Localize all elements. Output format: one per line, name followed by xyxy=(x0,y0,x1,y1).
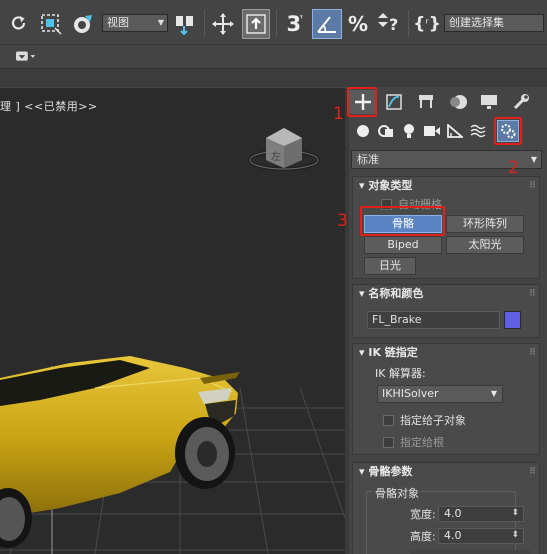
bone-object-group-label: 骨骼对象 xyxy=(373,485,421,501)
annotation-box-bones xyxy=(360,206,445,236)
cut-off-spinner-row xyxy=(410,550,530,554)
collapse-icon: ▾ xyxy=(359,287,369,300)
named-selection-set-combo[interactable]: 创建选择集 xyxy=(444,14,544,32)
view-combo-label: 视图 xyxy=(107,16,129,29)
edit-named-selection-icon[interactable]: {ʳ} xyxy=(413,9,441,39)
annotation-step-3: 3 xyxy=(337,211,348,231)
pivot-icon[interactable] xyxy=(172,9,198,39)
space-warps-icon[interactable] xyxy=(468,121,488,141)
lights-icon[interactable] xyxy=(399,121,419,141)
ik-solver-value: IKHISolver xyxy=(382,387,439,400)
collapse-icon: ▾ xyxy=(359,465,369,478)
helpers-icon[interactable] xyxy=(445,121,465,141)
toolbar-separator-strip xyxy=(0,68,547,87)
drag-handle-icon[interactable]: ⠿ xyxy=(529,177,536,195)
select-region-icon[interactable] xyxy=(38,9,64,39)
checkbox-box[interactable] xyxy=(383,436,394,448)
rollout-header[interactable]: ▾ 对象类型 ⠿ xyxy=(353,177,539,195)
ik-chain-rollout: ▾ IK 链指定 ⠿ IK 解算器: IKHISolver ▼ 指定给子对象 指… xyxy=(352,343,540,455)
geometry-icon[interactable] xyxy=(353,121,373,141)
snap-toggle-icon[interactable]: 3 ᐪ xyxy=(282,9,308,39)
command-panel-tabs xyxy=(349,88,547,116)
monitor-icon xyxy=(481,95,497,109)
category-value: 标准 xyxy=(357,153,379,166)
main-toolbar: 视图 ▼ 3 ᐪ % ? {ʳ} 创建选择集 xyxy=(0,0,547,45)
hierarchy-tab[interactable] xyxy=(412,90,440,114)
assign-root-checkbox[interactable]: 指定给根 xyxy=(383,435,444,449)
cameras-icon[interactable] xyxy=(422,121,442,141)
assign-children-checkbox[interactable]: 指定给子对象 xyxy=(383,413,466,427)
shapes-icon[interactable] xyxy=(376,121,396,141)
modify-icon xyxy=(386,94,402,110)
assign-root-label: 指定给根 xyxy=(400,436,444,449)
annotation-step-1: 1 xyxy=(333,104,344,124)
viewcube-face-label[interactable]: 左 xyxy=(271,148,281,163)
hierarchy-icon xyxy=(419,95,433,108)
utilities-tab[interactable] xyxy=(507,90,535,114)
wrench-icon xyxy=(513,94,529,110)
checkbox-box[interactable] xyxy=(383,414,394,426)
toolbar-divider xyxy=(204,10,205,36)
collapse-icon: ▾ xyxy=(359,179,369,192)
viewport-label[interactable]: 理 ] <<已禁用>> xyxy=(0,98,98,114)
toolbar-divider xyxy=(408,10,409,36)
width-value: 4.0 xyxy=(444,507,462,520)
motion-tab[interactable] xyxy=(444,90,472,114)
width-label: 宽度: xyxy=(410,508,436,521)
width-spinner[interactable]: 4.0 ⬍ xyxy=(438,506,524,522)
name-color-rollout: ▾ 名称和颜色 ⠿ FL_Brake xyxy=(352,284,540,338)
object-color-swatch[interactable] xyxy=(504,311,521,329)
sunlight-button[interactable]: 太阳光 xyxy=(446,236,524,254)
drag-handle-icon[interactable]: ⠿ xyxy=(529,344,536,362)
rollout-title: 名称和颜色 xyxy=(368,287,424,300)
collapse-icon: ▾ xyxy=(359,346,369,359)
chevron-down-icon: ▼ xyxy=(490,389,497,398)
spinner-snap-icon[interactable]: ? xyxy=(374,9,402,39)
scene-render xyxy=(0,128,345,554)
rollout-header[interactable]: ▾ 骨骼参数 ⠿ xyxy=(353,463,539,481)
svg-text:?: ? xyxy=(389,15,398,34)
chevron-down-icon: ▼ xyxy=(530,155,537,164)
percent-snap-icon[interactable]: % xyxy=(346,9,370,39)
assign-children-label: 指定给子对象 xyxy=(400,414,466,427)
rollout-title: 对象类型 xyxy=(368,179,413,192)
select-and-link-icon[interactable] xyxy=(242,9,270,39)
biped-button[interactable]: Biped xyxy=(364,236,442,254)
reference-coordinate-combo[interactable]: 视图 ▼ xyxy=(102,14,168,32)
selection-set-placeholder: 创建选择集 xyxy=(449,16,504,29)
modify-tab[interactable] xyxy=(380,90,408,114)
secondary-toolbar xyxy=(0,46,547,68)
annotation-box-systems xyxy=(494,117,522,145)
angle-snap-icon[interactable] xyxy=(312,9,342,39)
annotation-box-create-tab xyxy=(347,87,377,117)
rollout-title: IK 链指定 xyxy=(368,346,418,359)
ik-solver-label: IK 解算器: xyxy=(375,367,426,380)
daylight-button[interactable]: 日光 xyxy=(364,257,416,275)
ribbon-toggle-icon[interactable] xyxy=(16,51,36,62)
rollout-title: 骨骼参数 xyxy=(368,465,413,478)
bone-parameters-rollout: ▾ 骨骼参数 ⠿ 骨骼对象 宽度: 4.0 ⬍ 高度: 4.0 ⬍ xyxy=(352,462,540,554)
perspective-viewport[interactable]: 理 ] <<已禁用>> 左 xyxy=(0,88,345,554)
toolbar-divider xyxy=(276,10,277,36)
object-name-field[interactable]: FL_Brake xyxy=(367,311,500,329)
spinner-arrows-icon[interactable]: ⬍ xyxy=(511,528,519,542)
drag-handle-icon[interactable]: ⠿ xyxy=(529,463,536,481)
paint-select-icon[interactable] xyxy=(70,9,96,39)
spinner-arrows-icon[interactable]: ⬍ xyxy=(511,506,519,520)
height-value: 4.0 xyxy=(444,529,462,542)
chevron-down-icon: ▼ xyxy=(157,18,164,27)
height-label: 高度: xyxy=(410,530,436,543)
ik-solver-select[interactable]: IKHISolver ▼ xyxy=(377,385,503,403)
undo-icon[interactable] xyxy=(8,9,30,39)
rollout-header[interactable]: ▾ 名称和颜色 ⠿ xyxy=(353,285,539,303)
annotation-step-2: 2 xyxy=(508,158,519,178)
display-tab[interactable] xyxy=(475,90,503,114)
drag-handle-icon[interactable]: ⠿ xyxy=(529,285,536,303)
move-icon[interactable] xyxy=(210,9,236,39)
motion-icon xyxy=(450,95,467,109)
ring-array-button[interactable]: 环形阵列 xyxy=(446,215,524,233)
rollout-header[interactable]: ▾ IK 链指定 ⠿ xyxy=(353,344,539,362)
height-spinner[interactable]: 4.0 ⬍ xyxy=(438,528,524,544)
